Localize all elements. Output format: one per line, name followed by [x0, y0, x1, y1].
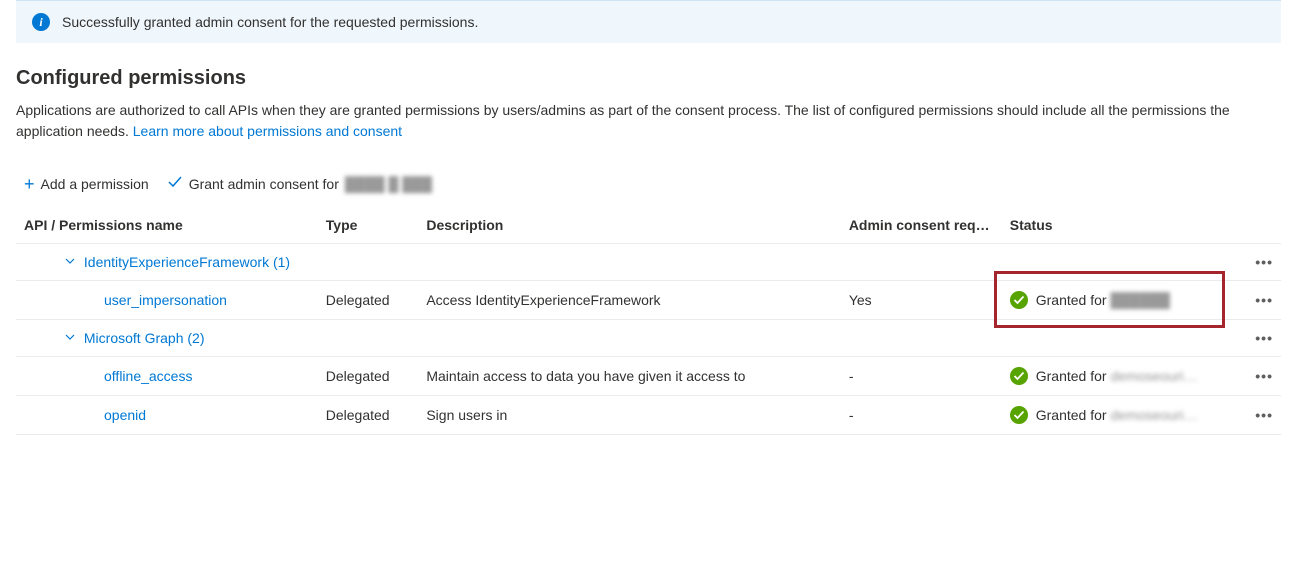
header-type: Type [318, 207, 419, 244]
grant-admin-consent-button[interactable]: Grant admin consent for ████ █ ███ [167, 174, 432, 193]
plus-icon: + [24, 175, 35, 193]
header-name: API / Permissions name [16, 207, 318, 244]
success-icon [1010, 367, 1028, 385]
success-icon [1010, 406, 1028, 424]
permission-consent: Yes [841, 281, 1002, 320]
status-text: Granted for ██████ [1036, 292, 1170, 308]
permission-name-link[interactable]: offline_access [104, 368, 192, 384]
notification-bar: i Successfully granted admin consent for… [16, 0, 1281, 43]
permission-description: Sign users in [418, 396, 840, 435]
section-description: Applications are authorized to call APIs… [16, 100, 1281, 142]
table-header-row: API / Permissions name Type Description … [16, 207, 1281, 244]
permission-consent: - [841, 357, 1002, 396]
permission-status: Granted for demoseouri… [1002, 396, 1207, 435]
permission-type: Delegated [318, 281, 419, 320]
permissions-table: API / Permissions name Type Description … [16, 207, 1281, 435]
api-group-row[interactable]: IdentityExperienceFramework (1) ••• [16, 244, 1281, 281]
header-description: Description [418, 207, 840, 244]
status-text: Granted for demoseouri… [1036, 407, 1198, 423]
chevron-down-icon [64, 254, 74, 270]
permission-row: user_impersonation Delegated Access Iden… [16, 281, 1281, 320]
permission-description: Maintain access to data you have given i… [418, 357, 840, 396]
add-permission-button[interactable]: + Add a permission [24, 175, 149, 193]
section-heading: Configured permissions [16, 67, 1281, 90]
permission-consent: - [841, 396, 1002, 435]
permission-type: Delegated [318, 357, 419, 396]
api-group-row[interactable]: Microsoft Graph (2) ••• [16, 320, 1281, 357]
header-status: Status [1002, 207, 1207, 244]
permissions-table-wrap: API / Permissions name Type Description … [16, 207, 1281, 435]
check-icon [167, 174, 183, 193]
more-actions-button[interactable]: ••• [1207, 396, 1281, 435]
permission-status: Granted for ██████ [1002, 281, 1207, 320]
more-actions-button[interactable]: ••• [1207, 357, 1281, 396]
more-actions-button[interactable]: ••• [1207, 320, 1281, 357]
permission-name-link[interactable]: openid [104, 407, 146, 423]
permission-type: Delegated [318, 396, 419, 435]
more-actions-button[interactable]: ••• [1207, 281, 1281, 320]
chevron-down-icon [64, 330, 74, 346]
success-icon [1010, 291, 1028, 309]
permission-status: Granted for demoseouri… [1002, 357, 1207, 396]
api-group-label[interactable]: IdentityExperienceFramework (1) [84, 254, 290, 270]
notification-text: Successfully granted admin consent for t… [62, 14, 478, 30]
tenant-name-blurred: ████ █ ███ [345, 176, 432, 192]
permission-name-link[interactable]: user_impersonation [104, 292, 227, 308]
api-group-label[interactable]: Microsoft Graph (2) [84, 330, 205, 346]
more-actions-button[interactable]: ••• [1207, 244, 1281, 281]
toolbar: + Add a permission Grant admin consent f… [16, 166, 1281, 207]
permission-row: openid Delegated Sign users in - Granted… [16, 396, 1281, 435]
add-permission-label: Add a permission [41, 176, 149, 192]
learn-more-link[interactable]: Learn more about permissions and consent [133, 123, 402, 139]
info-icon: i [32, 13, 50, 31]
grant-consent-label: Grant admin consent for [189, 176, 339, 192]
header-actions [1207, 207, 1281, 244]
permission-row: offline_access Delegated Maintain access… [16, 357, 1281, 396]
status-text: Granted for demoseouri… [1036, 368, 1198, 384]
header-consent: Admin consent req… [841, 207, 1002, 244]
permission-description: Access IdentityExperienceFramework [418, 281, 840, 320]
